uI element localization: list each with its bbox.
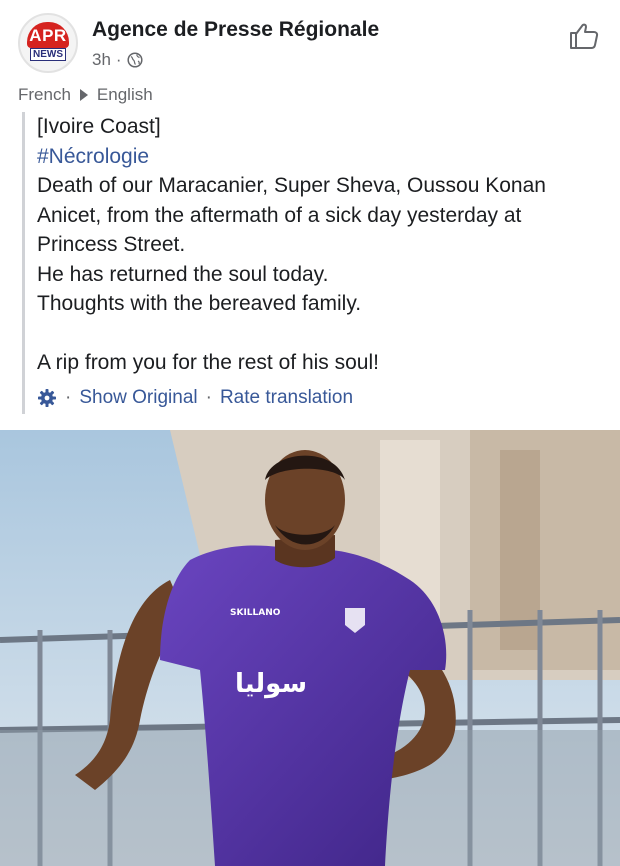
hashtag-link[interactable]: #Nécrologie — [37, 142, 602, 172]
post-line: A rip from you for the rest of his soul! — [37, 351, 379, 374]
post-line: Anicet, from the aftermath of a sick day… — [37, 203, 522, 227]
avatar-logo-bottom: NEWS — [30, 48, 66, 61]
show-original-link[interactable]: Show Original — [79, 387, 197, 409]
post-time[interactable]: 3h — [92, 50, 111, 70]
post-line: Death of our Maracanier, Super Sheva, Ou… — [37, 174, 546, 197]
action-separator: · — [205, 387, 212, 408]
post-photo[interactable]: SKILLANO سوليا — [0, 430, 620, 866]
post-header: APR NEWS Agence de Presse Régionale 3h · — [0, 0, 620, 82]
page-avatar[interactable]: APR NEWS — [18, 13, 78, 73]
post-line: [Ivoire Coast] — [37, 115, 161, 138]
translated-post-text: [Ivoire Coast] #Nécrologie Death of our … — [22, 112, 602, 414]
arrow-right-icon — [79, 89, 88, 101]
source-language: French — [18, 85, 71, 104]
rate-translation-link[interactable]: Rate translation — [220, 387, 353, 409]
page-name-link[interactable]: Agence de Presse Régionale — [92, 18, 379, 42]
globe-icon[interactable] — [127, 52, 143, 68]
post-line: He has returned the soul today. — [37, 262, 329, 286]
jersey-main-text: سوليا — [235, 669, 307, 699]
thumbs-up-icon[interactable] — [568, 20, 600, 52]
jersey-sponsor-text: SKILLANO — [230, 608, 281, 618]
meta-separator: · — [115, 50, 122, 69]
post-line: Thoughts with the bereaved family. — [37, 292, 362, 315]
target-language: English — [96, 85, 153, 104]
avatar-logo-top: APR — [27, 22, 69, 48]
translation-actions: · Show Original · Rate translation — [37, 387, 353, 409]
action-separator: · — [65, 387, 72, 408]
post-meta: 3h · — [92, 50, 143, 70]
translation-language-row: French English — [18, 85, 153, 105]
player-photo: SKILLANO سوليا — [0, 430, 620, 866]
gear-icon[interactable] — [37, 388, 57, 408]
post-line: Princess Street. — [37, 233, 186, 256]
